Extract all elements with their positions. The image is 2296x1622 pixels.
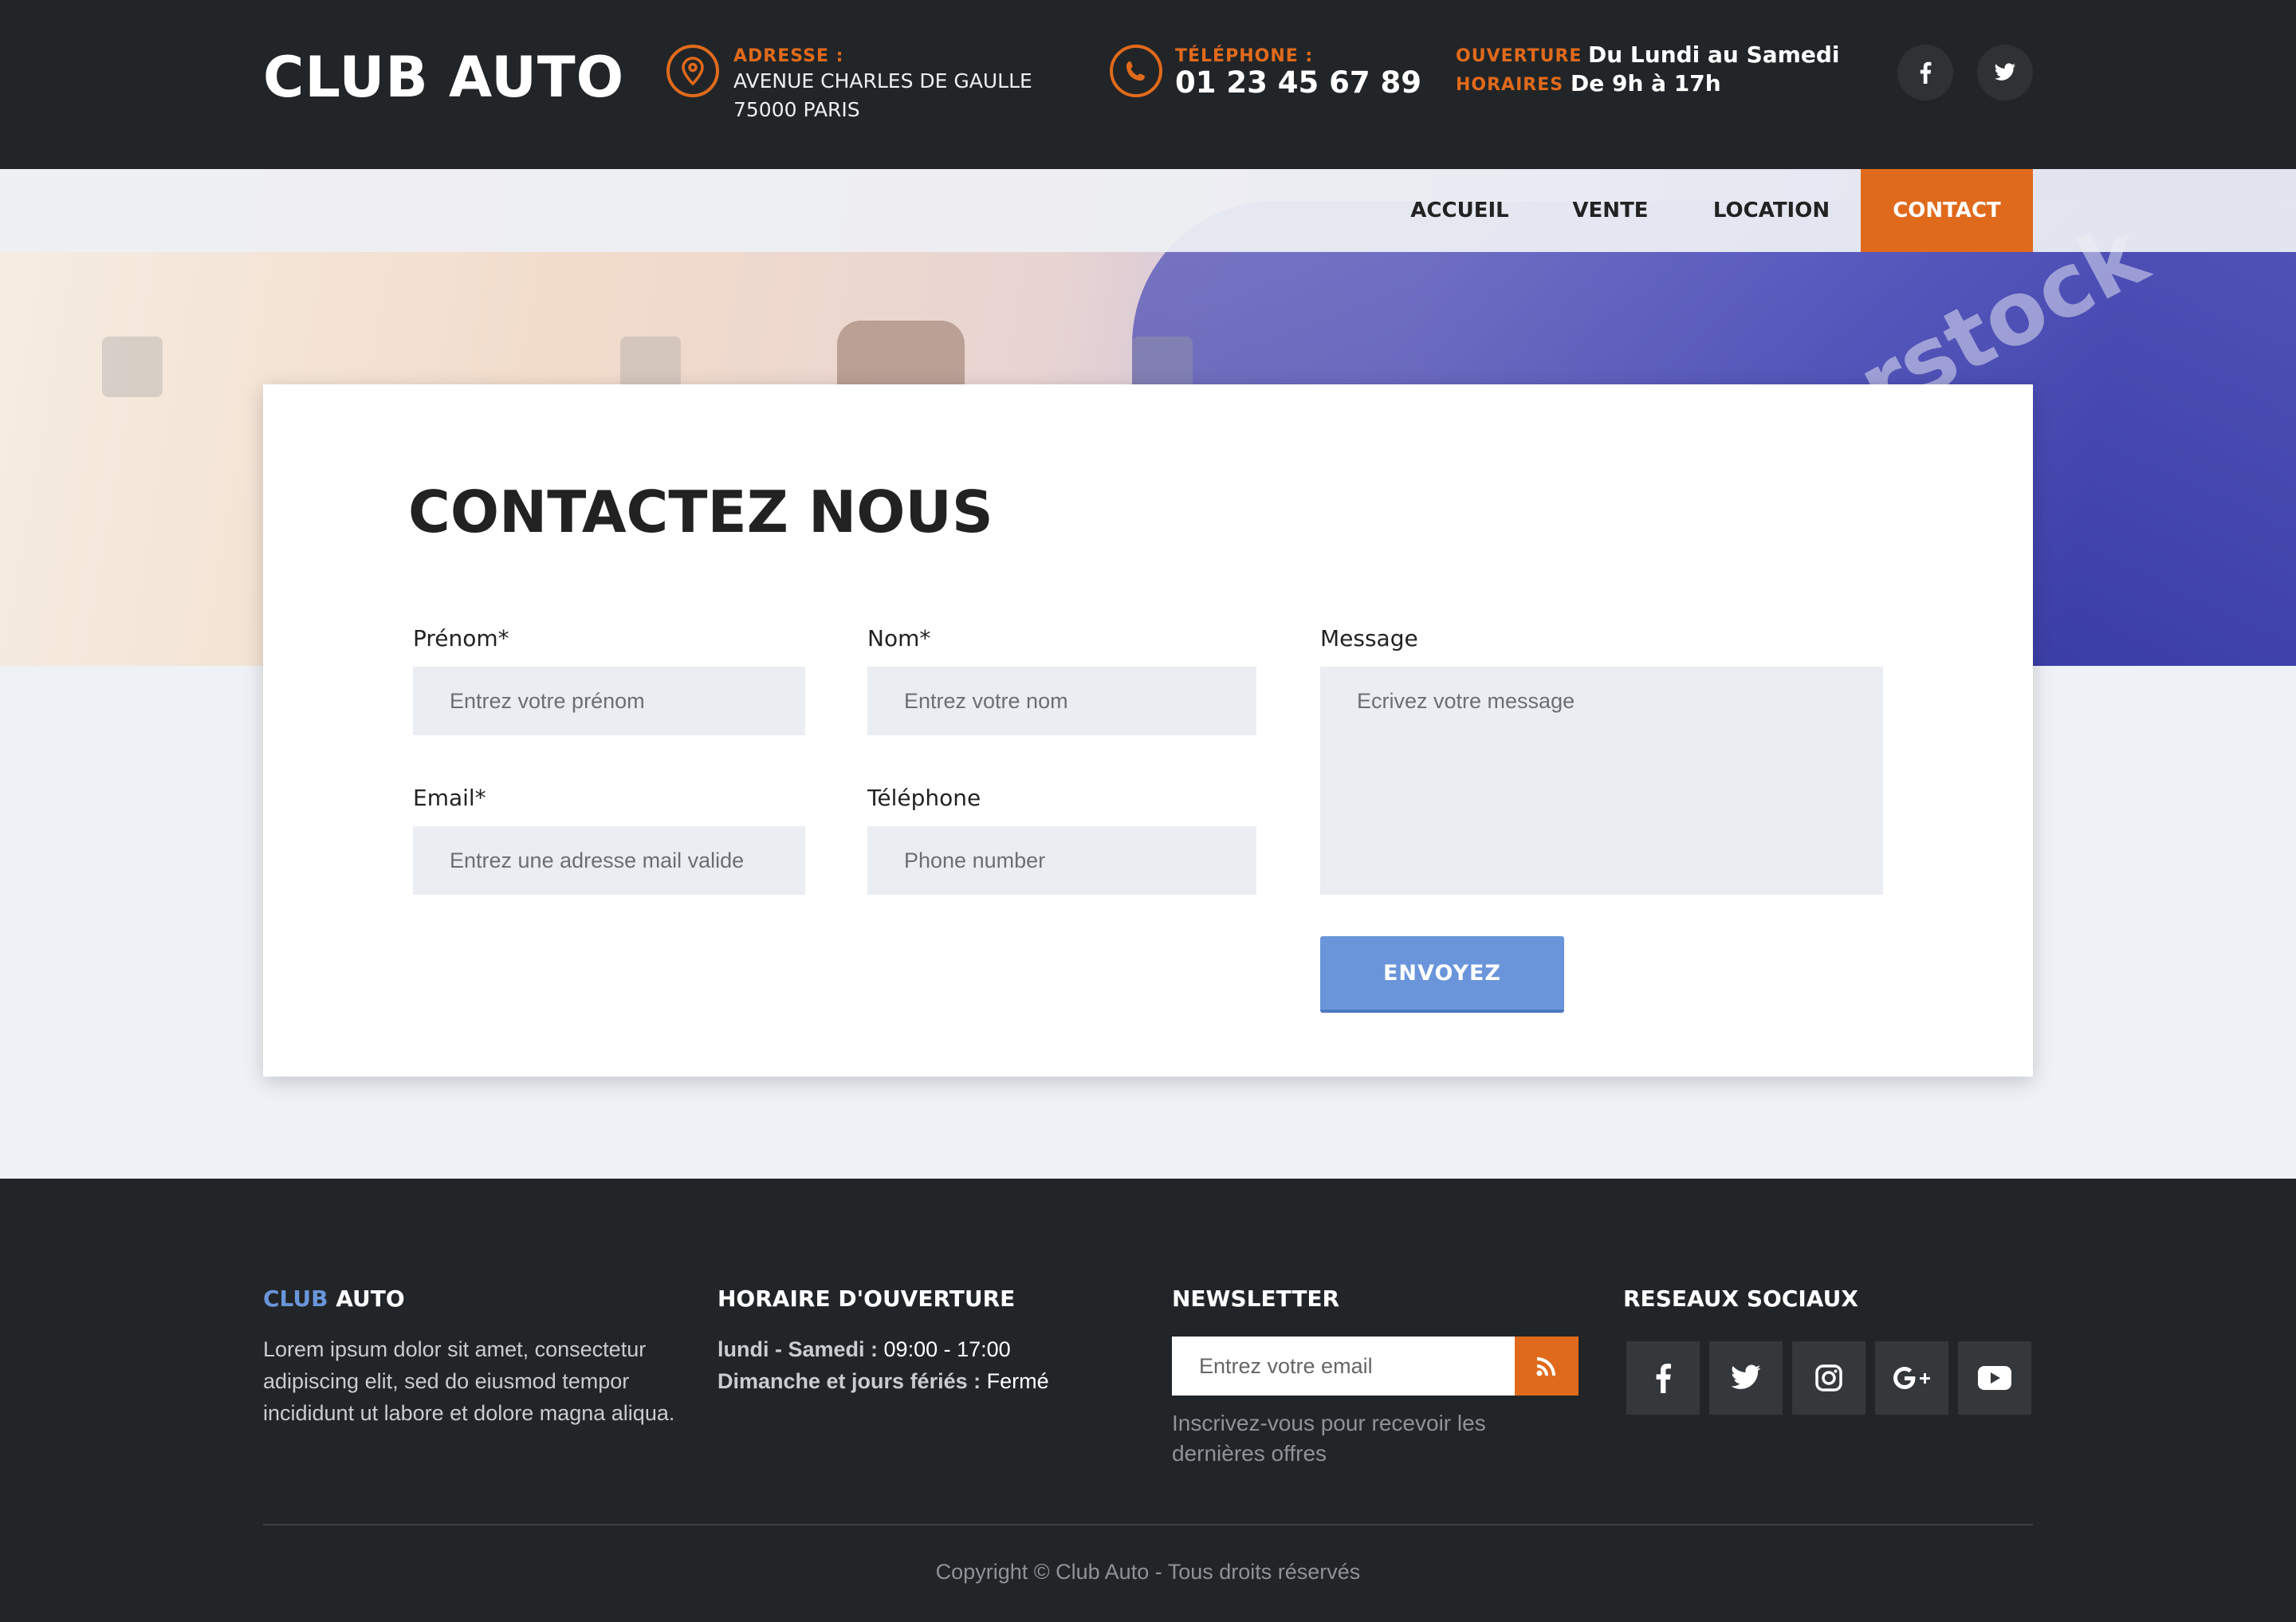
instagram-icon <box>1815 1364 1842 1392</box>
twitter-icon <box>1995 63 2015 81</box>
address-label: ADRESSE : <box>733 46 844 66</box>
email-input[interactable] <box>413 826 805 895</box>
footer-social-title: RESEAUX SOCIAUX <box>1623 1285 1858 1312</box>
phone-label: TÉLÉPHONE : <box>1175 46 1314 66</box>
phone-field-label: Téléphone <box>867 785 981 811</box>
firstname-label: Prénom* <box>413 625 509 652</box>
send-button[interactable]: ENVOYEZ <box>1320 936 1564 1013</box>
nav-item-vente[interactable]: VENTE <box>1547 169 1674 252</box>
message-textarea[interactable] <box>1320 667 1883 895</box>
watermark-mark <box>102 337 163 397</box>
hours-value: De 9h à 17h <box>1571 70 1721 96</box>
phone-input[interactable] <box>867 826 1256 895</box>
footer-hours-title: HORAIRE D'OUVERTURE <box>718 1285 1016 1312</box>
email-label: Email* <box>413 785 486 811</box>
newsletter-subscribe-button[interactable] <box>1515 1337 1578 1396</box>
nav-item-location[interactable]: LOCATION <box>1693 169 1850 252</box>
newsletter-note: Inscrivez-vous pour recevoir les dernièr… <box>1172 1411 1486 1466</box>
footer-brand-title: CLUB AUTO <box>263 1285 405 1312</box>
weekdays-value: 09:00 - 17:00 <box>883 1337 1011 1361</box>
newsletter-email-input[interactable] <box>1172 1337 1515 1396</box>
nav-item-contact[interactable]: CONTACT <box>1861 169 2033 252</box>
footer-hours-weekdays: lundi - Samedi : 09:00 - 17:00 <box>718 1333 1011 1365</box>
footer-google-plus-button[interactable] <box>1875 1341 1948 1415</box>
top-header: CLUB AUTO ADRESSE : AVENUE CHARLES DE GA… <box>0 0 2296 169</box>
header-twitter-button[interactable] <box>1977 45 2033 100</box>
footer-facebook-button[interactable] <box>1626 1341 1700 1415</box>
main-navigation: ACCUEIL VENTE LOCATION CONTACT <box>0 169 2296 252</box>
footer-instagram-button[interactable] <box>1792 1341 1866 1415</box>
footer-hours-sunday: Dimanche et jours fériés : Fermé <box>718 1365 1049 1397</box>
footer-twitter-button[interactable] <box>1709 1341 1783 1415</box>
site-logo[interactable]: CLUB AUTO <box>263 45 624 110</box>
copyright-text: Copyright © Club Auto - Tous droits rése… <box>935 1560 1361 1584</box>
phone-number[interactable]: 01 23 45 67 89 <box>1175 65 1421 100</box>
page-title: CONTACTEZ NOUS <box>408 478 993 545</box>
lastname-label: Nom* <box>867 625 931 652</box>
twitter-icon <box>1731 1364 1761 1389</box>
sunday-label: Dimanche et jours fériés : <box>718 1369 981 1393</box>
footer-brand-rest: AUTO <box>336 1285 405 1312</box>
lastname-input[interactable] <box>867 667 1256 735</box>
message-label: Message <box>1320 625 1418 652</box>
weekdays-label: lundi - Samedi : <box>718 1337 879 1361</box>
footer-newsletter-title: NEWSLETTER <box>1172 1285 1340 1312</box>
address-line1: AVENUE CHARLES DE GAULLE <box>733 69 1032 93</box>
footer-about-text: Lorem ipsum dolor sit amet, consectetur … <box>263 1337 675 1425</box>
rss-icon <box>1536 1357 1555 1376</box>
firstname-input[interactable] <box>413 667 805 735</box>
google-plus-icon <box>1893 1367 1930 1389</box>
nav-item-accueil[interactable]: ACCUEIL <box>1392 169 1527 252</box>
address-line2: 75000 PARIS <box>733 98 860 121</box>
facebook-icon <box>1920 61 1932 84</box>
youtube-icon <box>1978 1366 2011 1390</box>
footer-youtube-button[interactable] <box>1958 1341 2031 1415</box>
hours-label: HORAIRES : <box>1456 75 1578 95</box>
footer-divider <box>263 1524 2033 1526</box>
location-pin-icon <box>666 45 719 97</box>
opening-value: Du Lundi au Samedi <box>1588 41 1840 68</box>
facebook-icon <box>1656 1364 1672 1393</box>
contact-form-card: CONTACTEZ NOUS Prénom* Nom* Message Emai… <box>263 384 2033 1077</box>
sunday-value: Fermé <box>986 1369 1049 1393</box>
opening-label: OUVERTURE : <box>1456 46 1597 66</box>
header-facebook-button[interactable] <box>1897 45 1953 100</box>
footer-brand-accent: CLUB <box>263 1285 328 1312</box>
phone-icon <box>1110 45 1162 97</box>
